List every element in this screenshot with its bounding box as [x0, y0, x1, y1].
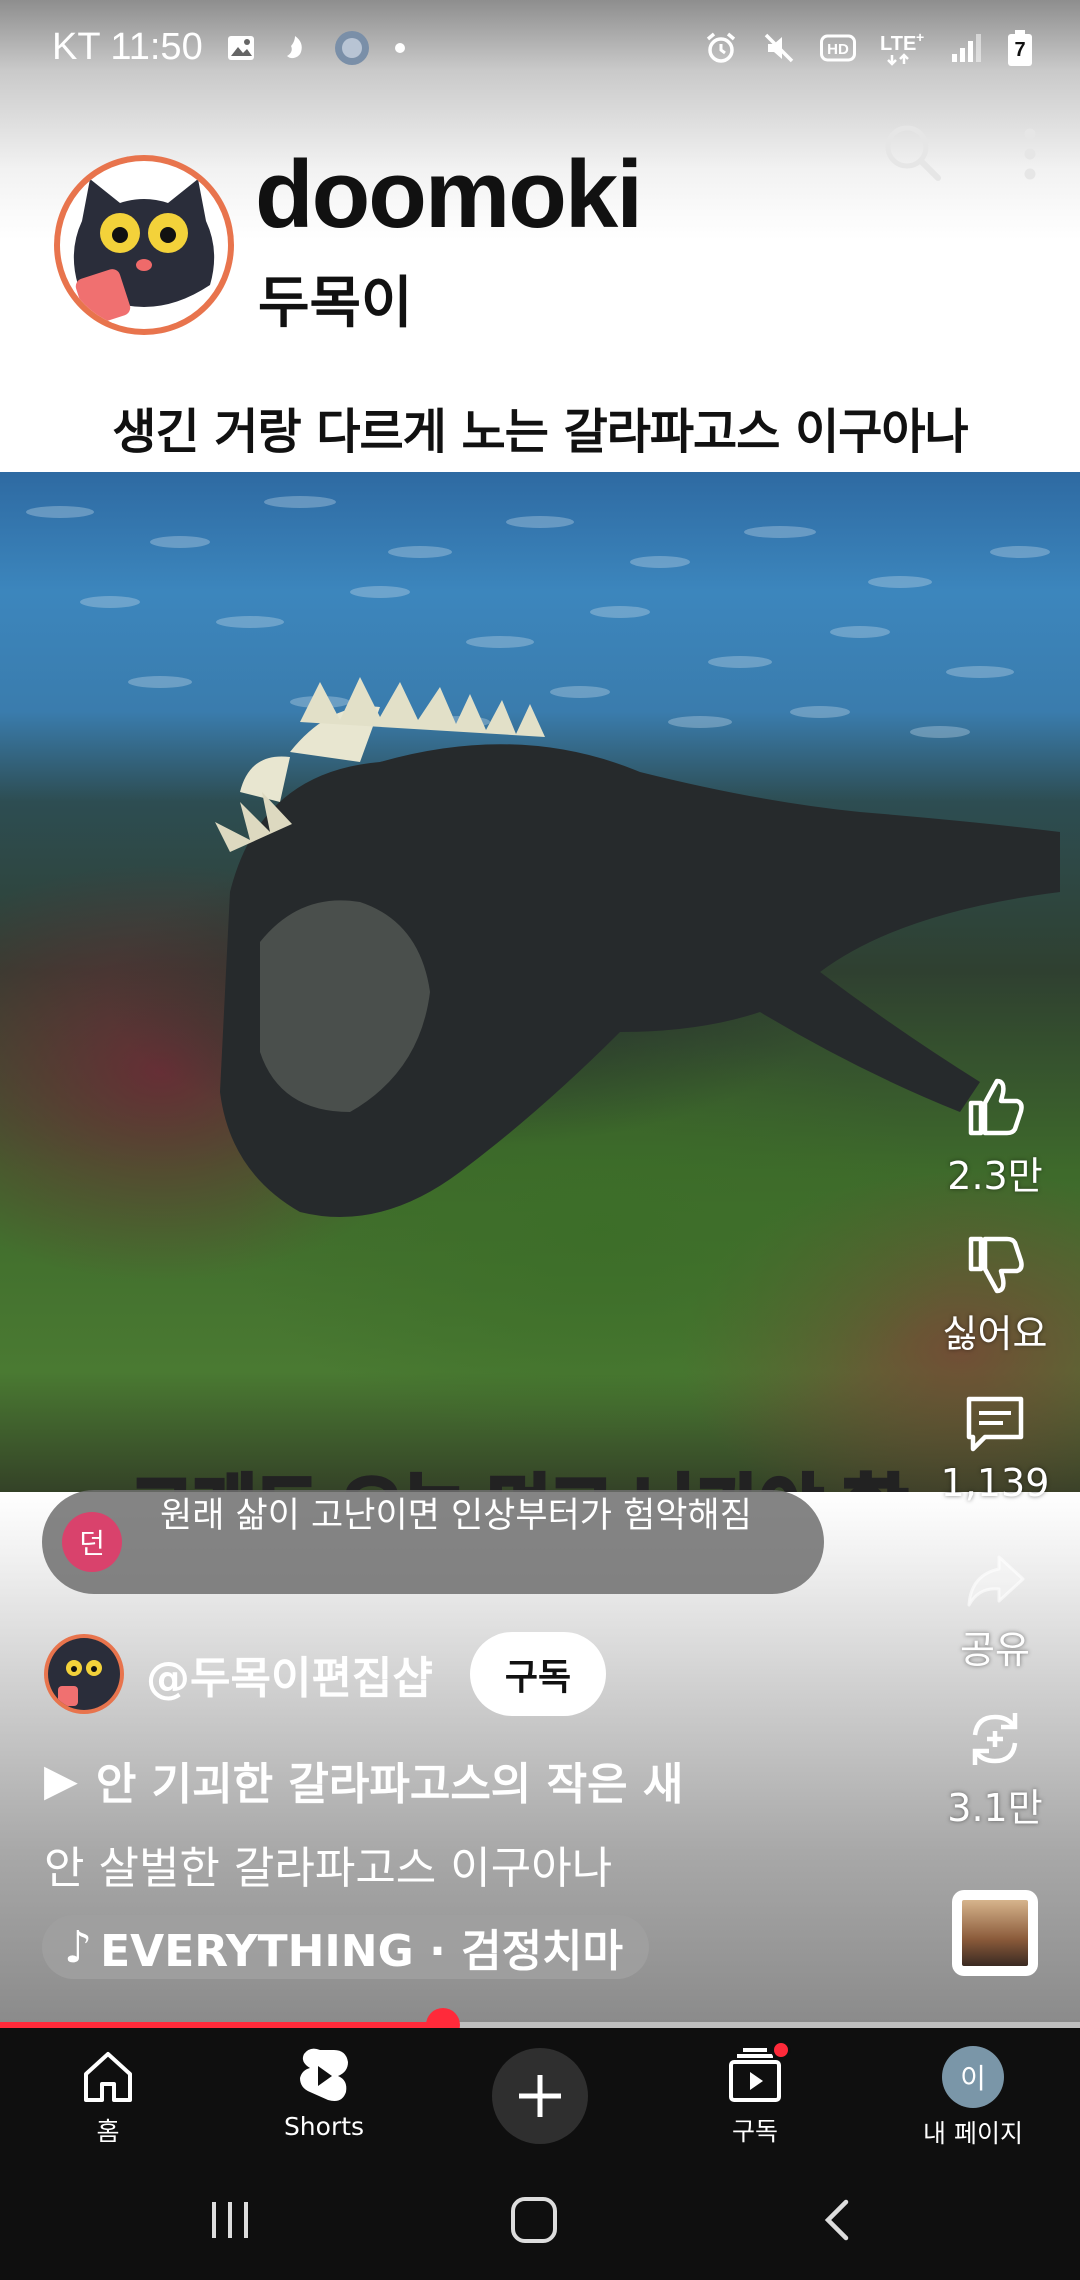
- nav-subscriptions-label: 구독: [731, 2117, 778, 2146]
- comment-preview-text: 원래 삶이 고난이면 인상부터가 험악해짐: [160, 1496, 752, 1536]
- system-navigation-bar: [0, 2160, 1080, 2280]
- related-video-title: 안 기괴한 갈라파고스의 작은 새: [95, 1759, 684, 1810]
- video-caption: 생긴 거랑 다르게 노는 갈라파고스 이구아나: [112, 404, 968, 460]
- app-notification-icon: [286, 35, 302, 58]
- home-icon: [84, 2052, 132, 2102]
- music-note-icon: ♪: [64, 1921, 93, 1973]
- channel-logo-avatar: [54, 155, 234, 335]
- channel-avatar[interactable]: [44, 1634, 124, 1714]
- comment-preview[interactable]: 던 원래 삶이 고난이면 인상부터가 험악해짐: [42, 1490, 824, 1594]
- black-cat-avatar-icon: [58, 1660, 102, 1706]
- signal-strength-icon: [952, 34, 981, 62]
- video-subtitle-overlay: 그래도 오늘 먹고 나가야 함: [128, 1452, 910, 1492]
- play-icon: ▶: [44, 1754, 78, 1806]
- nav-home[interactable]: 홈: [18, 2046, 198, 2148]
- gallery-notification-icon: [227, 35, 254, 60]
- new-content-dot: [771, 2040, 791, 2060]
- bottom-nav: 홈 Shorts 구독 이 내 페이지: [0, 2028, 1080, 2160]
- sound-thumbnail-image: [962, 1900, 1028, 1966]
- create-button[interactable]: [492, 2048, 588, 2144]
- search-icon[interactable]: [880, 120, 944, 184]
- black-cat-logo-icon: [73, 179, 215, 325]
- remix-icon: [972, 1713, 1018, 1765]
- profile-avatar: 이: [942, 2046, 1004, 2108]
- dislike-label: 싫어요: [942, 1312, 1048, 1356]
- share-label: 공유: [960, 1628, 1030, 1672]
- related-video-link[interactable]: ▶ 안 기괴한 갈라파고스의 작은 새: [44, 1748, 683, 1812]
- alarm-icon: [706, 32, 736, 63]
- status-right: HD LTE + 7: [704, 30, 1032, 66]
- svg-text:+: +: [916, 30, 924, 45]
- battery-level: 7: [1008, 34, 1032, 66]
- nav-home-label: 홈: [96, 2117, 120, 2146]
- music-label: EVERYTHING · 검정치마: [100, 1926, 624, 1977]
- lte-plus-icon: LTE +: [880, 30, 924, 66]
- comment-author-avatar: 던: [62, 1512, 122, 1572]
- music-pill[interactable]: ♪ EVERYTHING · 검정치마: [42, 1915, 650, 1979]
- nav-shorts-label: Shorts: [283, 2112, 365, 2141]
- remix-button[interactable]: 3.1만: [930, 1707, 1060, 1832]
- short-title[interactable]: 안 살벌한 갈라파고스 이구아나: [44, 1832, 612, 1896]
- channel-handle[interactable]: @두목이편집샵: [146, 1642, 433, 1706]
- svg-text:HD: HD: [827, 41, 849, 58]
- mute-icon: [764, 33, 794, 63]
- like-count: 2.3만: [947, 1154, 1043, 1198]
- comments-button[interactable]: 1,139: [930, 1391, 1060, 1505]
- remix-count: 3.1만: [947, 1786, 1043, 1830]
- carrier-time: KT 11:50: [52, 26, 203, 68]
- channel-row: @두목이편집샵 구독: [44, 1632, 944, 1716]
- subscribe-button[interactable]: 구독: [470, 1632, 606, 1716]
- nav-profile[interactable]: 이 내 페이지: [883, 2046, 1063, 2150]
- nav-subscriptions[interactable]: 구독: [665, 2040, 845, 2148]
- more-options-icon[interactable]: [1000, 122, 1060, 186]
- channel-logo-subtitle: 두목이: [258, 271, 413, 336]
- home-system-icon[interactable]: [508, 2194, 560, 2246]
- nav-profile-label: 내 페이지: [923, 2119, 1023, 2148]
- plus-icon: [519, 2075, 561, 2117]
- thumbs-up-icon: [968, 1078, 1024, 1136]
- share-arrow-icon: [967, 1555, 1025, 1607]
- channel-header-area: KT 11:50 HD LTE + 7 doomoki 두목이 생긴 거랑 다르…: [0, 0, 1080, 472]
- svg-text:LTE: LTE: [880, 33, 916, 55]
- profile-notification-icon: [334, 30, 369, 65]
- header-actions: [820, 110, 1080, 190]
- comment-icon: [966, 1396, 1024, 1452]
- sound-thumbnail[interactable]: [952, 1890, 1038, 1976]
- thumbs-down-icon: [968, 1236, 1024, 1294]
- back-icon[interactable]: [818, 2196, 858, 2244]
- shorts-icon: [300, 2048, 348, 2101]
- status-left: KT 11:50: [52, 26, 407, 69]
- recent-apps-icon[interactable]: [206, 2196, 254, 2244]
- status-bar: KT 11:50 HD LTE + 7: [0, 0, 1080, 100]
- nav-shorts[interactable]: Shorts: [234, 2046, 414, 2141]
- video-player[interactable]: 그래도 오늘 먹고 나가야 함: [0, 472, 1080, 1492]
- comment-count: 1,139: [940, 1461, 1050, 1505]
- share-button[interactable]: 공유: [930, 1549, 1060, 1674]
- battery-icon: 7: [1008, 30, 1032, 66]
- hd-voice-icon: HD: [820, 34, 856, 62]
- more-notifications-dot-icon: [394, 42, 405, 53]
- dislike-button[interactable]: 싫어요: [930, 1233, 1060, 1358]
- like-button[interactable]: 2.3만: [930, 1075, 1060, 1200]
- channel-logo-name: doomoki: [255, 141, 643, 248]
- marine-iguana-graphic: [215, 677, 1060, 1217]
